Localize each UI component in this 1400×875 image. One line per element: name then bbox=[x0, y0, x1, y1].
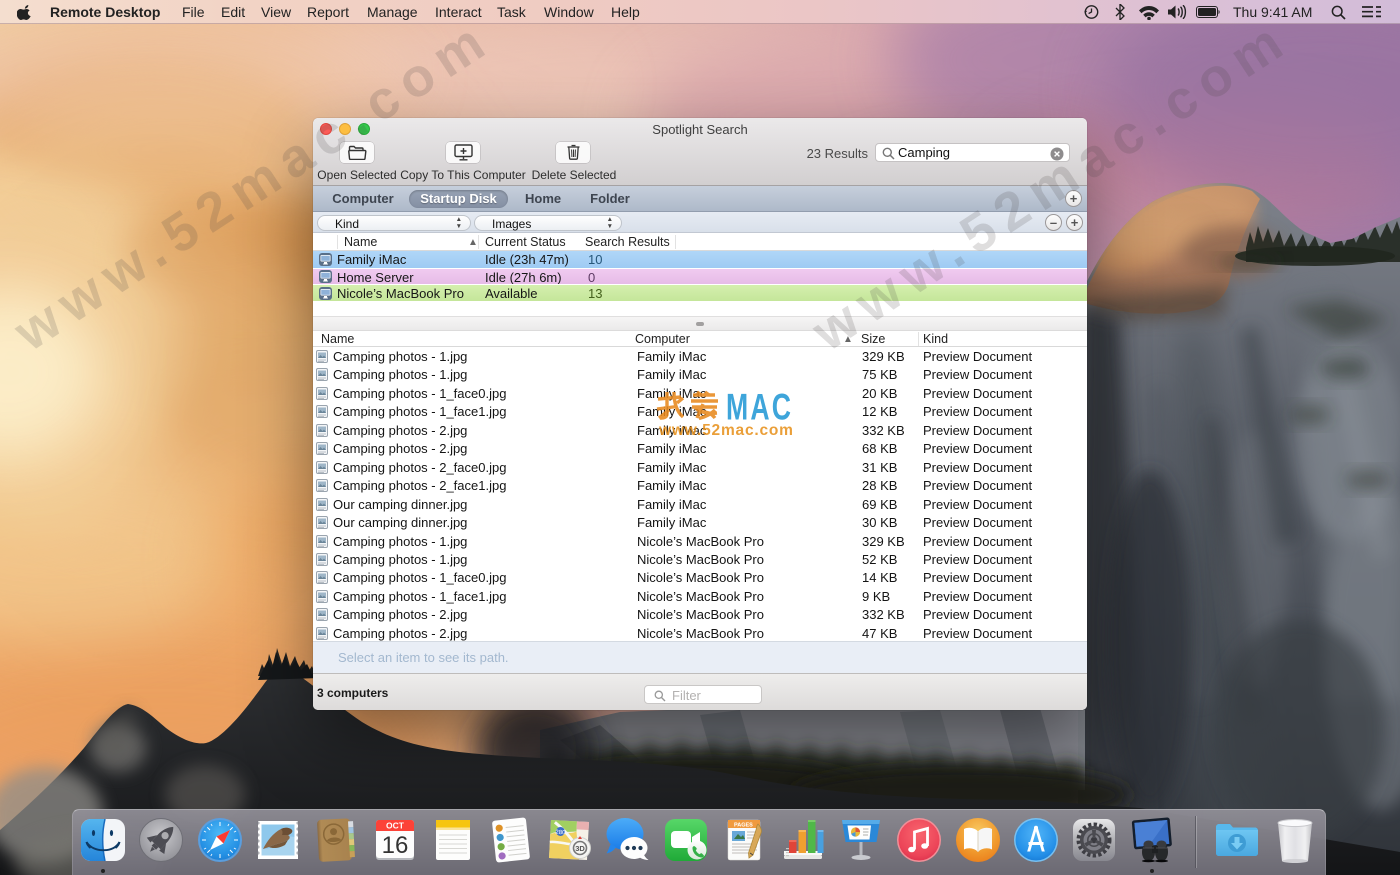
svg-text:PAGES: PAGES bbox=[734, 823, 753, 829]
svg-text:www.52mac.com: www.52mac.com bbox=[658, 422, 794, 439]
svg-text:OCT: OCT bbox=[386, 821, 405, 831]
svg-text:3D: 3D bbox=[576, 844, 586, 853]
svg-text:16: 16 bbox=[381, 832, 408, 859]
svg-text:280: 280 bbox=[556, 830, 567, 837]
